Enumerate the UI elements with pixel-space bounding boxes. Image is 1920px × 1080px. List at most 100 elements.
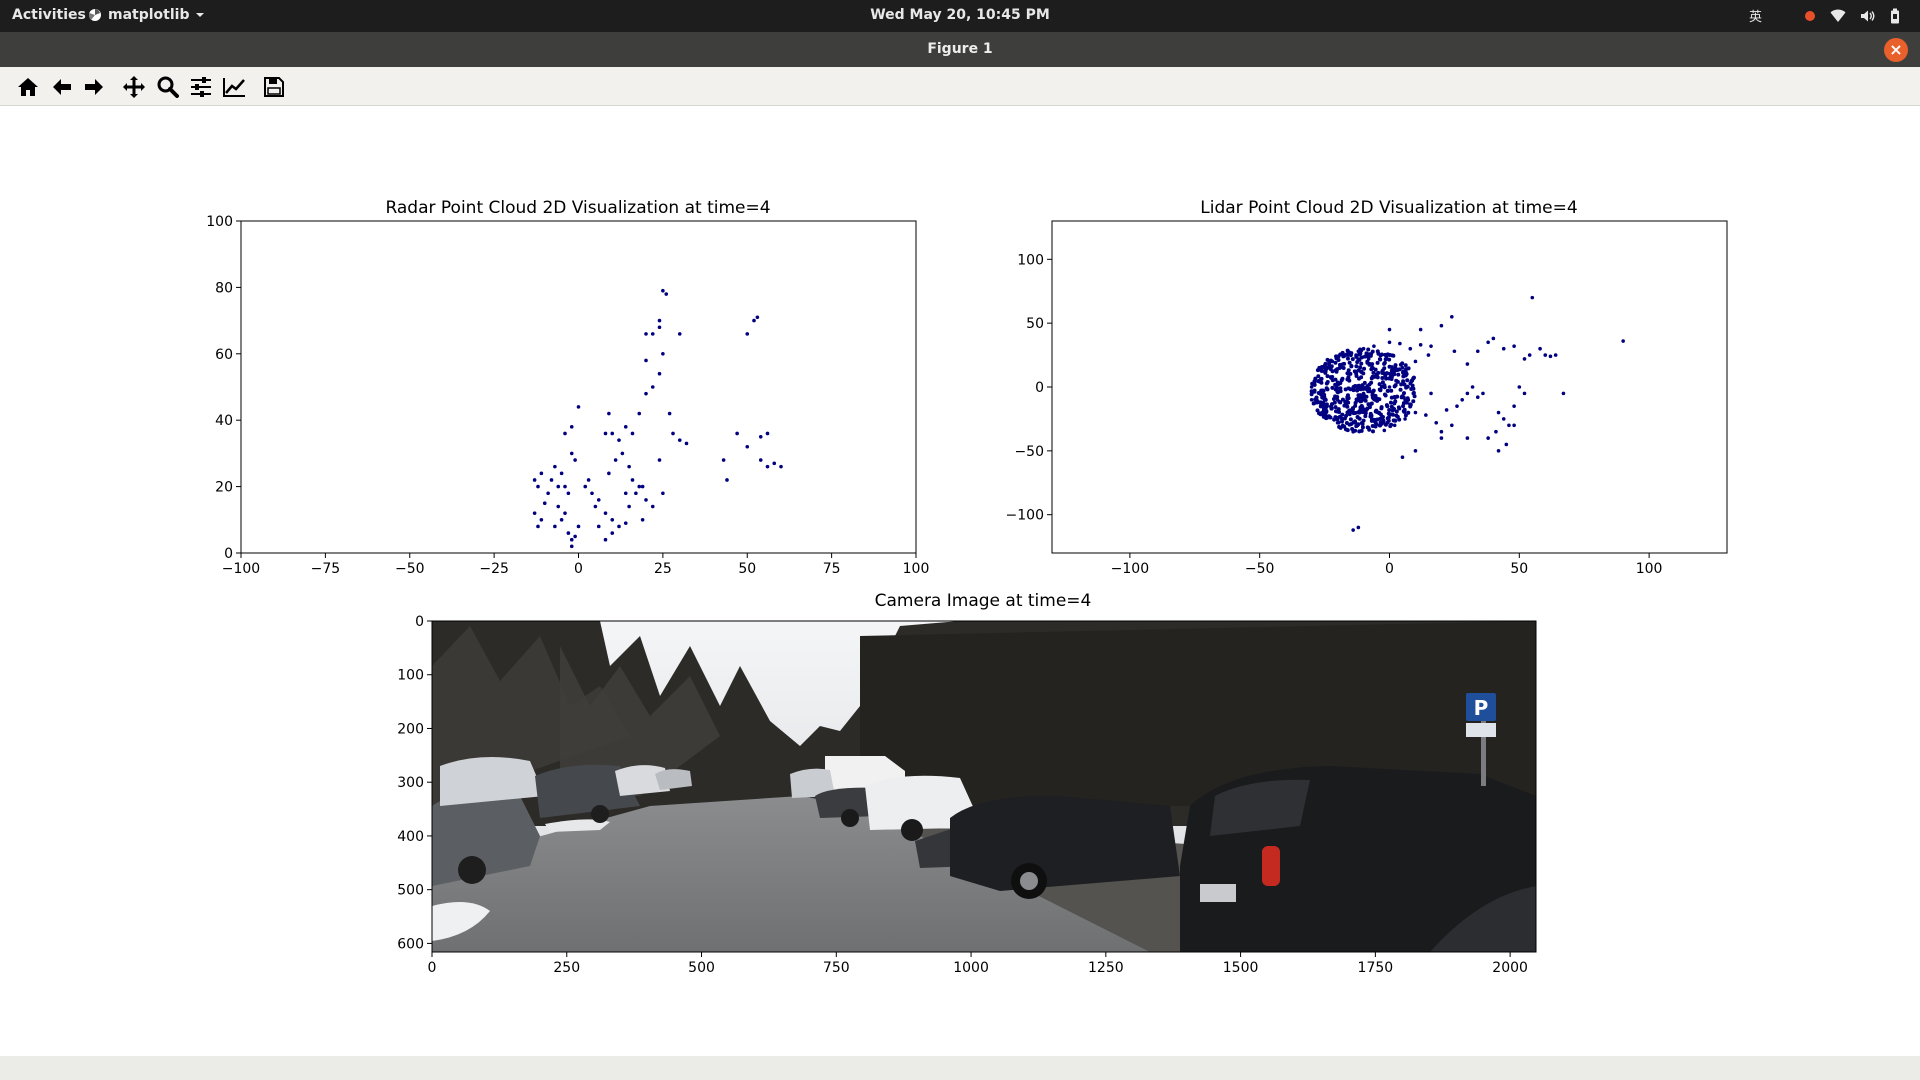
radar-point xyxy=(725,478,729,482)
radar-point xyxy=(644,332,648,336)
lidar-dense-point xyxy=(1366,347,1371,352)
radar-point xyxy=(553,464,557,469)
record-indicator-icon[interactable] xyxy=(1804,10,1816,22)
lidar-dense-point xyxy=(1393,418,1398,423)
lidar-point xyxy=(1372,344,1376,348)
lidar-point xyxy=(1496,449,1501,453)
lidar-dense-point xyxy=(1387,408,1392,413)
forward-button[interactable] xyxy=(81,74,107,100)
back-button[interactable] xyxy=(49,74,75,100)
lidar-dense-point xyxy=(1347,422,1352,427)
clock-label[interactable]: Wed May 20, 10:45 PM xyxy=(870,7,1050,23)
lidar-dense-point xyxy=(1370,429,1375,434)
save-button[interactable] xyxy=(261,74,287,100)
radar-point xyxy=(661,491,665,496)
lidar-point xyxy=(1351,528,1355,532)
lidar-dense-point xyxy=(1325,380,1330,385)
radar-point xyxy=(549,478,554,482)
battery-icon[interactable] xyxy=(1890,8,1900,24)
volume-icon[interactable] xyxy=(1860,9,1876,23)
radar-point xyxy=(758,435,763,439)
lidar-point xyxy=(1481,391,1485,396)
radar-point xyxy=(596,524,601,529)
radar-point xyxy=(532,478,537,482)
activities-button[interactable]: Activities xyxy=(12,7,86,23)
lidar-dense-point xyxy=(1338,386,1343,391)
lidar-point xyxy=(1330,374,1335,379)
lidar-point xyxy=(1322,395,1327,400)
radar-title: Radar Point Cloud 2D Visualization at ti… xyxy=(385,198,770,218)
lidar-dense-point xyxy=(1358,399,1363,404)
radar-axes[interactable]: Radar Point Cloud 2D Visualization at ti… xyxy=(206,198,929,577)
back-arrow-icon xyxy=(53,79,71,95)
lidar-point xyxy=(1530,295,1535,300)
camera_axes-ytick-label: 0 xyxy=(415,614,424,630)
lidar-dense-point xyxy=(1327,365,1332,370)
close-window-button[interactable]: × xyxy=(1884,38,1908,62)
lidar-axes[interactable]: Lidar Point Cloud 2D Visualization at ti… xyxy=(1006,198,1728,577)
radar-point xyxy=(644,498,648,502)
lidar-point xyxy=(1439,429,1444,434)
figure-svg: Radar Point Cloud 2D Visualization at ti… xyxy=(206,198,1728,976)
lidar-point xyxy=(1429,391,1433,396)
input-method-indicator[interactable]: 英 xyxy=(1749,6,1762,25)
lidar-point xyxy=(1424,413,1428,417)
lidar-dense-point xyxy=(1336,407,1341,412)
lidar-point xyxy=(1496,410,1501,415)
lidar-dense-point xyxy=(1406,366,1411,371)
matplotlib-toolbar xyxy=(0,67,1920,106)
lidar-dense-point xyxy=(1373,409,1378,414)
lidar-dense-point xyxy=(1311,401,1316,406)
lidar-point xyxy=(1309,397,1314,402)
figure-canvas[interactable]: Radar Point Cloud 2D Visualization at ti… xyxy=(0,106,1920,1056)
radar-point xyxy=(556,504,561,509)
chart_data.0-xtick-label: 50 xyxy=(738,561,756,577)
radar-point xyxy=(617,438,621,442)
lidar-dense-point xyxy=(1347,378,1352,383)
lidar-point xyxy=(1460,397,1464,402)
lidar-dense-point xyxy=(1362,380,1367,385)
radar-point xyxy=(603,511,608,515)
camera-axes[interactable]: Camera Image at time=4 P 0 250 500 750 1… xyxy=(397,591,1537,976)
lidar-point xyxy=(1348,410,1353,415)
tail-light xyxy=(1262,846,1280,886)
lidar-dense-point xyxy=(1337,414,1342,419)
radar-point xyxy=(623,425,628,429)
lidar-dense-point xyxy=(1379,352,1384,357)
lidar-dense-point xyxy=(1340,397,1345,402)
camera_axes-xtick-label: 1250 xyxy=(1088,960,1124,976)
lidar-dense-point xyxy=(1377,382,1382,387)
home-button[interactable] xyxy=(15,74,41,100)
lidar-dense-point xyxy=(1403,363,1408,368)
axes-edit-button[interactable] xyxy=(221,74,247,100)
lidar-point xyxy=(1522,391,1527,396)
lidar-dense-point xyxy=(1403,371,1408,376)
lidar-dense-point xyxy=(1359,428,1364,433)
lidar-point xyxy=(1486,340,1490,345)
lidar-dense-point xyxy=(1336,381,1341,386)
camera_axes-ytick-label: 500 xyxy=(397,883,424,899)
pan-button[interactable] xyxy=(121,74,147,100)
radar-point xyxy=(627,504,631,509)
radar-point xyxy=(546,491,550,496)
camera_axes-xtick-label: 250 xyxy=(553,960,580,976)
matplotlib-icon xyxy=(88,9,101,21)
lidar-point xyxy=(1561,391,1566,396)
wifi-icon[interactable] xyxy=(1830,9,1846,23)
lidar-dense-point xyxy=(1328,415,1333,420)
zoom-button[interactable] xyxy=(155,74,181,100)
lidar-point xyxy=(1361,346,1366,351)
chart_data.1-ytick-label: −50 xyxy=(1014,444,1044,460)
subplots-config-button[interactable] xyxy=(188,74,214,100)
lidar-dense-point xyxy=(1393,399,1398,404)
lidar-dense-point xyxy=(1345,393,1350,398)
lidar-dense-point xyxy=(1386,388,1391,393)
chart_data.0-ytick-label: 100 xyxy=(206,214,233,230)
lidar-dense-point xyxy=(1370,424,1375,429)
app-menu[interactable]: matplotlib xyxy=(88,7,205,23)
radar-point xyxy=(620,451,625,456)
lidar-dense-point xyxy=(1359,370,1364,375)
lidar-point xyxy=(1351,429,1355,434)
radar-point xyxy=(573,458,577,462)
chart_data.0-ytick-label: 60 xyxy=(215,347,233,363)
